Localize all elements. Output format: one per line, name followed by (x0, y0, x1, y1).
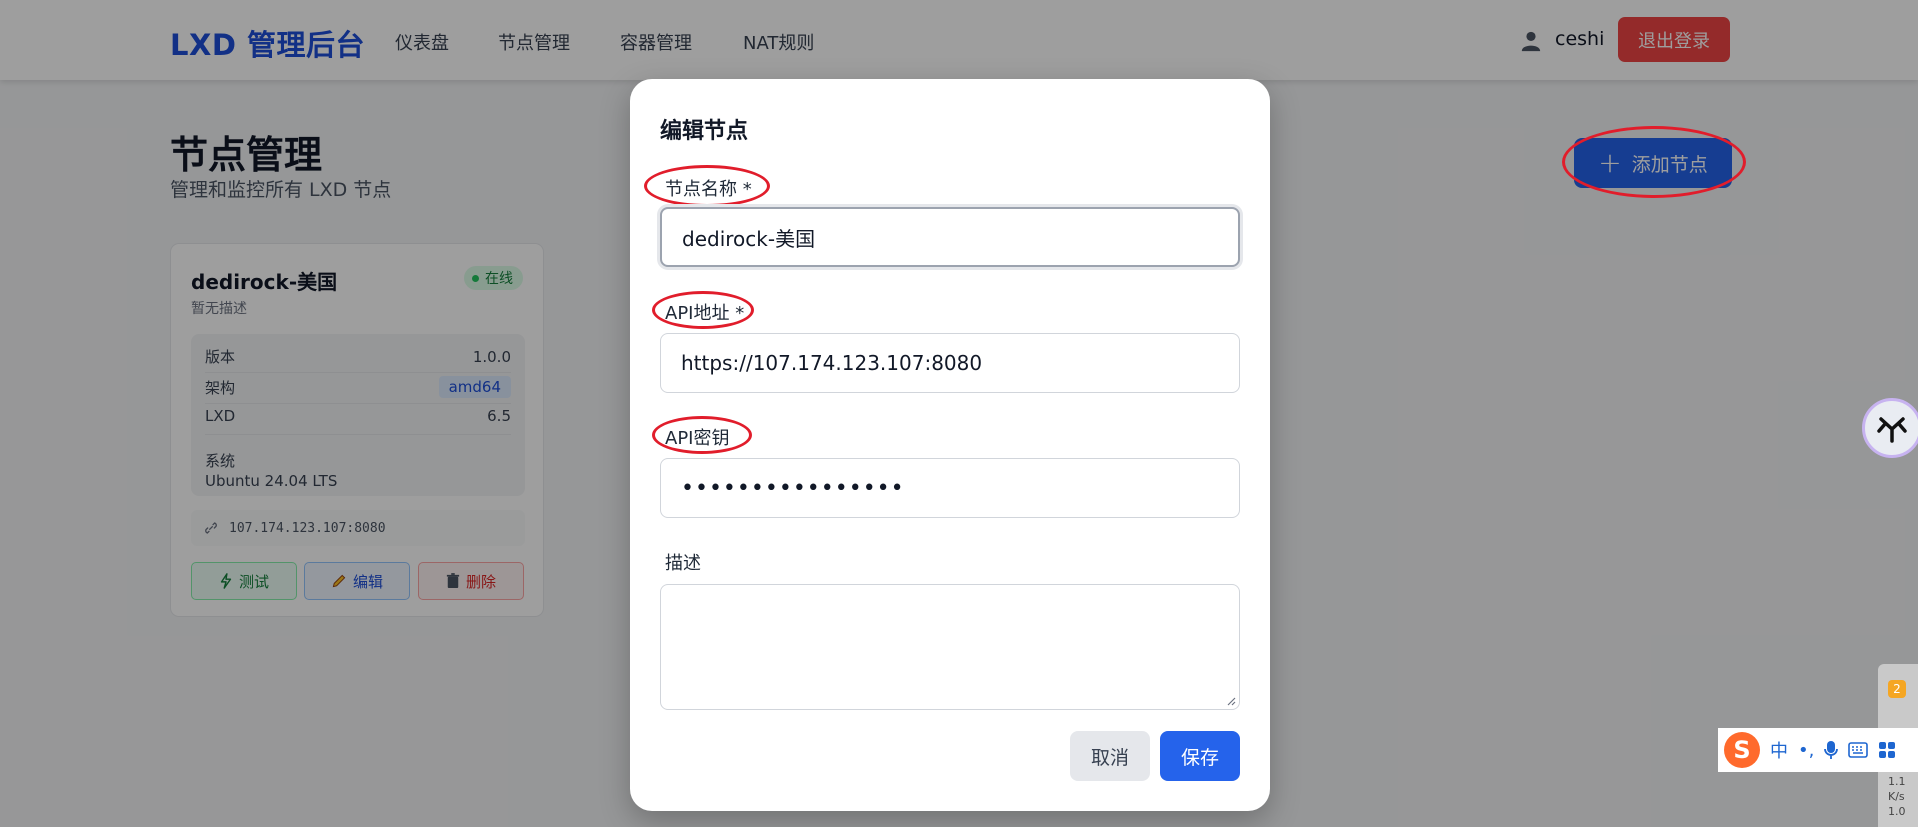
microphone-icon[interactable] (1824, 740, 1839, 760)
description-label: 描述 (665, 553, 701, 574)
api-key-input[interactable]: •••••••••••••••• (660, 458, 1240, 518)
floating-assistant-icon[interactable] (1862, 398, 1918, 458)
node-name-label: 节点名称 * (665, 179, 752, 200)
api-key-label: API密钥 (665, 428, 730, 449)
cancel-button[interactable]: 取消 (1070, 731, 1150, 781)
assistant-logo-icon (1877, 417, 1907, 443)
network-speed-indicator: 1.1 K/s 1.0 (1888, 774, 1906, 819)
resize-grip-icon[interactable] (1226, 696, 1236, 706)
speed-line: 1.1 (1888, 775, 1906, 788)
ime-punctuation-toggle[interactable]: •, (1798, 740, 1814, 761)
save-button[interactable]: 保存 (1160, 731, 1240, 781)
node-name-input[interactable]: dedirock-美国 (660, 207, 1240, 267)
speed-line: K/s (1888, 790, 1905, 803)
speed-line: 1.0 (1888, 805, 1906, 818)
ime-toolbar[interactable]: S 中 •, (1718, 728, 1918, 772)
keyboard-icon[interactable] (1848, 742, 1869, 758)
modal-title: 编辑节点 (660, 119, 749, 144)
ime-mode-toggle[interactable]: 中 (1770, 737, 1788, 763)
api-url-label: API地址 * (665, 303, 745, 324)
description-textarea[interactable] (660, 584, 1240, 710)
api-url-input[interactable]: https://107.174.123.107:8080 (660, 333, 1240, 393)
grid-menu-icon[interactable] (1878, 741, 1896, 759)
notification-badge[interactable]: 2 (1888, 680, 1906, 698)
edit-node-modal: 编辑节点 节点名称 * dedirock-美国 API地址 * https://… (630, 79, 1270, 811)
ime-logo-icon[interactable]: S (1724, 732, 1760, 768)
